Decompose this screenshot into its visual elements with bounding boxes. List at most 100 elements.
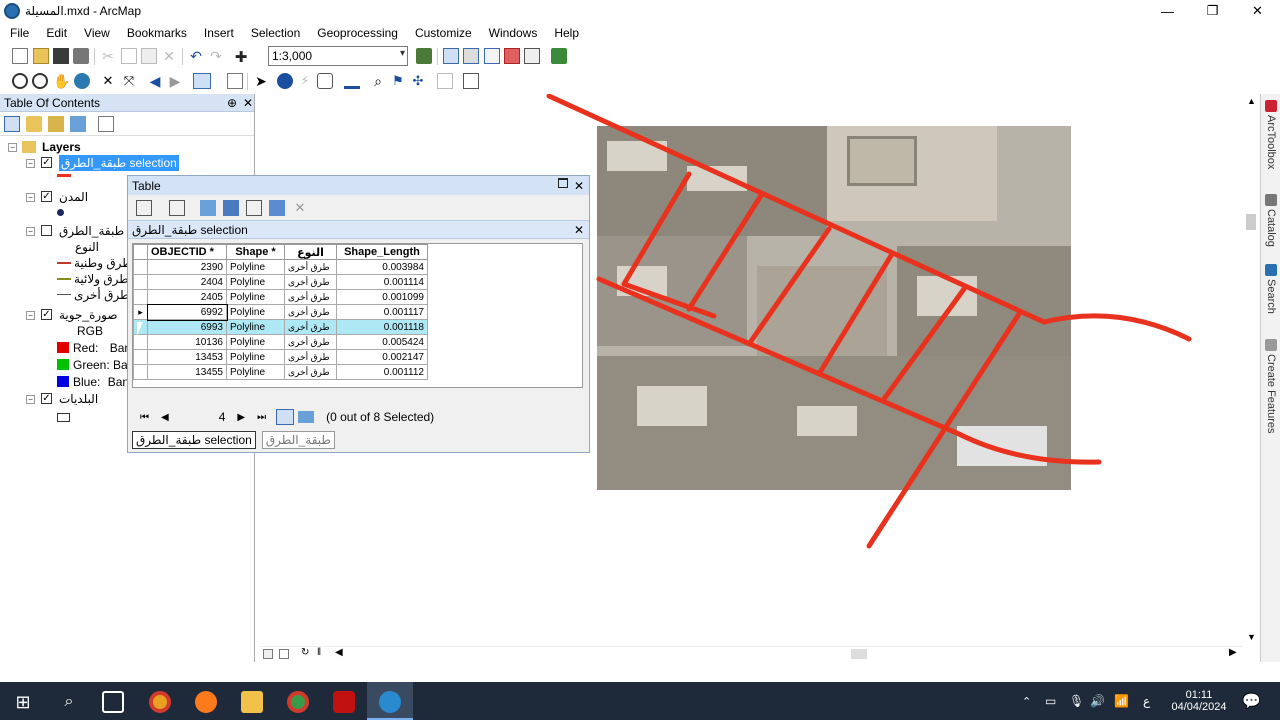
col-shape-length[interactable]: Shape_Length <box>336 244 428 260</box>
collapse-layer-icon[interactable]: − <box>26 227 35 236</box>
layer-roads-selection[interactable]: طبقة_الطرق selection <box>59 155 179 171</box>
collapse-layer-icon[interactable]: − <box>26 311 35 320</box>
cell-shape[interactable]: Polyline <box>226 364 285 380</box>
tab-create-features[interactable]: Create Features <box>1263 339 1279 433</box>
cell-shape-length[interactable]: 0.001114 <box>336 274 428 290</box>
table-row[interactable]: 2405 Polyline طرق أخرى 0.001099 <box>133 289 428 305</box>
tab-roads-selection[interactable]: طبقة_الطرق selection <box>132 431 256 449</box>
menu-customize[interactable]: Customize <box>405 26 479 40</box>
layer-aerial-image[interactable]: صورة_جوية <box>59 307 118 323</box>
find-route-icon[interactable]: ⚑ <box>390 73 406 89</box>
cell-shape[interactable]: Polyline <box>226 259 285 275</box>
layer-visibility-checkbox[interactable]: ✓ <box>41 309 52 320</box>
table-of-contents-icon[interactable] <box>443 48 459 64</box>
layer-visibility-checkbox[interactable] <box>41 225 52 236</box>
menu-bookmarks[interactable]: Bookmarks <box>117 26 194 40</box>
map-vertical-scrollbar[interactable]: ▲ ▼ <box>1243 94 1260 646</box>
menu-help[interactable]: Help <box>544 26 586 40</box>
restore-button[interactable]: ❐ <box>1190 0 1235 22</box>
open-folder-icon[interactable] <box>33 48 49 64</box>
cell-shape[interactable]: Polyline <box>226 289 285 305</box>
go-to-xy-icon[interactable]: ✣ <box>410 73 426 89</box>
collapse-layer-icon[interactable]: − <box>26 159 35 168</box>
recorder-icon[interactable] <box>333 691 355 713</box>
zoom-out-icon[interactable] <box>32 73 48 89</box>
toc-options-icon[interactable] <box>98 115 114 132</box>
next-record-icon[interactable]: ▶ <box>237 412 245 423</box>
layer-visibility-checkbox[interactable]: ✓ <box>41 157 52 168</box>
switch-selection-icon[interactable] <box>223 199 239 216</box>
previous-record-icon[interactable]: ◀ <box>161 412 169 423</box>
create-viewer-icon[interactable] <box>463 73 479 89</box>
file-explorer-icon[interactable] <box>241 691 263 713</box>
layer-visibility-checkbox[interactable]: ✓ <box>41 191 52 202</box>
toc-close-icon[interactable]: ✕ <box>243 96 253 110</box>
fixed-zoom-in-icon[interactable]: ✕ <box>100 73 116 89</box>
arctoolbox-icon[interactable] <box>504 48 520 64</box>
col-shape[interactable]: Shape * <box>226 244 285 260</box>
layer-cities[interactable]: المدن <box>59 189 88 205</box>
save-icon[interactable] <box>53 48 69 64</box>
col-objectid[interactable]: OBJECTID * <box>147 244 227 260</box>
scroll-up-icon[interactable]: ▲ <box>1247 96 1256 106</box>
list-by-drawing-order-icon[interactable] <box>4 115 20 132</box>
full-extent-icon[interactable] <box>74 73 90 89</box>
table-row[interactable]: 13453 Polyline طرق أخرى 0.002147 <box>133 349 428 365</box>
related-tables-icon[interactable] <box>169 199 185 216</box>
cell-shape[interactable]: Polyline <box>226 274 285 290</box>
cell-type[interactable]: طرق أخرى <box>284 304 337 320</box>
print-icon[interactable] <box>73 48 89 64</box>
show-hidden-icons[interactable]: ⌃ <box>1022 682 1031 720</box>
paste-icon[interactable] <box>141 48 157 64</box>
layout-view-icon[interactable] <box>279 649 289 659</box>
map-scale-combobox[interactable]: 1:3,000 ▾ <box>268 46 408 66</box>
delete-icon[interactable]: ✕ <box>161 48 177 64</box>
col-type[interactable]: النوع <box>284 244 337 260</box>
tab-catalog[interactable]: Catalog <box>1263 194 1279 247</box>
row-selector[interactable] <box>133 259 148 275</box>
cell-objectid[interactable]: 10136 <box>147 334 227 350</box>
chrome-profile-icon[interactable] <box>287 691 309 713</box>
microphone-icon[interactable]: 🎙 <box>1069 682 1084 720</box>
show-all-records-icon[interactable] <box>276 409 295 425</box>
table-row[interactable]: 13455 Polyline طرق أخرى 0.001112 <box>133 364 428 380</box>
close-button[interactable]: ✕ <box>1235 0 1280 22</box>
vertical-scroll-thumb[interactable] <box>1246 214 1256 230</box>
cell-shape-length[interactable]: 0.003984 <box>336 259 428 275</box>
first-record-icon[interactable]: ⏮ <box>140 412 149 423</box>
fixed-zoom-out-icon[interactable]: ⤧ <box>121 73 137 89</box>
row-selector[interactable] <box>133 274 148 290</box>
minimize-button[interactable]: — <box>1145 0 1190 22</box>
new-document-icon[interactable] <box>12 48 28 64</box>
last-record-icon[interactable]: ⏭ <box>257 412 266 423</box>
chevron-down-icon[interactable]: ▾ <box>400 48 405 59</box>
cell-type[interactable]: طرق أخرى <box>284 259 337 275</box>
list-by-visibility-icon[interactable] <box>48 115 64 132</box>
tab-arctoolbox[interactable]: ArcToolbox <box>1263 100 1279 169</box>
search-window-icon[interactable] <box>484 48 500 64</box>
show-selected-records-icon[interactable] <box>298 411 315 423</box>
select-elements-icon[interactable]: ➤ <box>253 73 269 89</box>
pan-icon[interactable]: ✋ <box>53 73 70 89</box>
menu-file[interactable]: File <box>0 26 36 40</box>
cell-objectid[interactable]: 2390 <box>147 259 227 275</box>
find-icon[interactable]: ⌕ <box>370 73 386 89</box>
table-row[interactable]: ▸ 6992 Polyline طرق أخرى 0.001117 <box>133 303 428 321</box>
layer-municipalities[interactable]: البلديات <box>59 391 98 407</box>
layers-root[interactable]: Layers <box>22 139 81 155</box>
cell-shape-length[interactable]: 0.001112 <box>336 364 428 380</box>
cell-type[interactable]: طرق أخرى <box>284 274 337 290</box>
tab-roads[interactable]: طبقة_الطرق <box>261 431 335 449</box>
scroll-right-icon[interactable]: ▶ <box>1229 647 1237 658</box>
cell-shape[interactable]: Polyline <box>226 349 285 365</box>
volume-icon[interactable]: 🔊 <box>1090 682 1105 720</box>
back-extent-icon[interactable]: ◀ <box>147 73 163 89</box>
select-all-cell[interactable] <box>133 244 148 260</box>
cell-objectid[interactable]: 2405 <box>147 289 227 305</box>
scroll-down-icon[interactable]: ▼ <box>1247 632 1256 642</box>
table-row[interactable]: 2404 Polyline طرق أخرى 0.001114 <box>133 274 428 290</box>
cell-type[interactable]: طرق أخرى <box>284 319 337 335</box>
measure-icon[interactable] <box>344 73 360 89</box>
menu-view[interactable]: View <box>74 26 117 40</box>
cell-shape-length[interactable]: 0.005424 <box>336 334 428 350</box>
